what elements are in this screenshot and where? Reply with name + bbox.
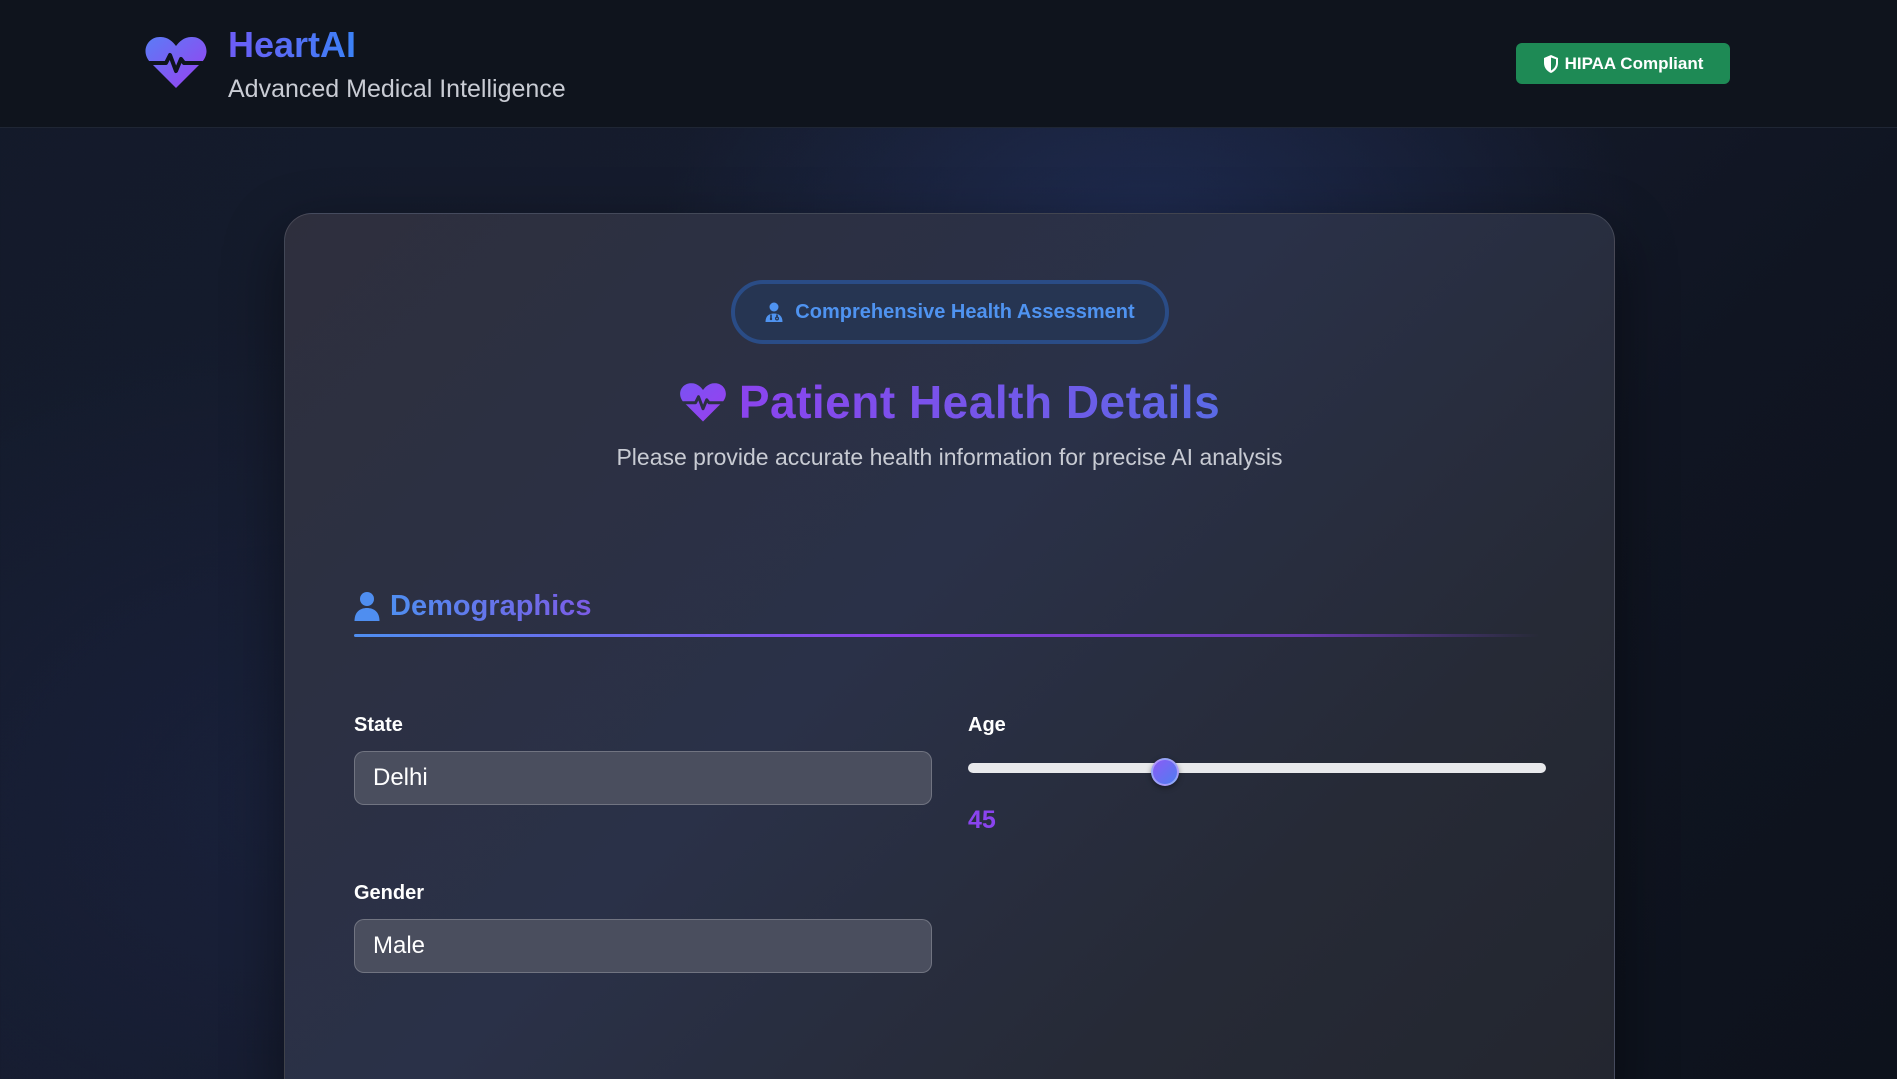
age-slider-thumb[interactable] (1150, 758, 1179, 786)
top-header: HeartAI Advanced Medical Intelligence HI… (0, 0, 1897, 128)
assessment-pill-label: Comprehensive Health Assessment (795, 300, 1135, 323)
gender-label: Gender (354, 882, 425, 904)
section-title: Demographics (390, 589, 592, 622)
age-slider[interactable] (968, 763, 1546, 773)
hipaa-compliant-badge: HIPAA Compliant (1516, 43, 1730, 84)
section-header-demographics: Demographics (354, 586, 591, 626)
page-subtitle: Please provide accurate health informati… (616, 444, 1283, 470)
age-label: Age (968, 714, 1006, 736)
brand-tagline: Advanced Medical Intelligence (228, 75, 566, 103)
brand-name: HeartAI (228, 24, 357, 65)
age-value: 45 (968, 806, 996, 834)
gender-field[interactable]: Male (354, 919, 932, 973)
state-field[interactable]: Delhi (354, 751, 932, 805)
heart-pulse-icon (145, 36, 207, 88)
page-title: Patient Health Details (285, 364, 1614, 440)
section-divider (354, 634, 1540, 637)
hipaa-badge-label: HIPAA Compliant (1564, 53, 1704, 73)
heart-pulse-icon (679, 383, 726, 422)
health-details-card: Comprehensive Health Assessment Patient … (284, 213, 1615, 1079)
state-label: State (354, 714, 403, 736)
assessment-pill: Comprehensive Health Assessment (731, 280, 1169, 344)
doctor-icon (765, 302, 783, 322)
page-title-text: Patient Health Details (739, 364, 1220, 440)
user-icon (354, 592, 380, 621)
shield-icon (1543, 54, 1558, 73)
